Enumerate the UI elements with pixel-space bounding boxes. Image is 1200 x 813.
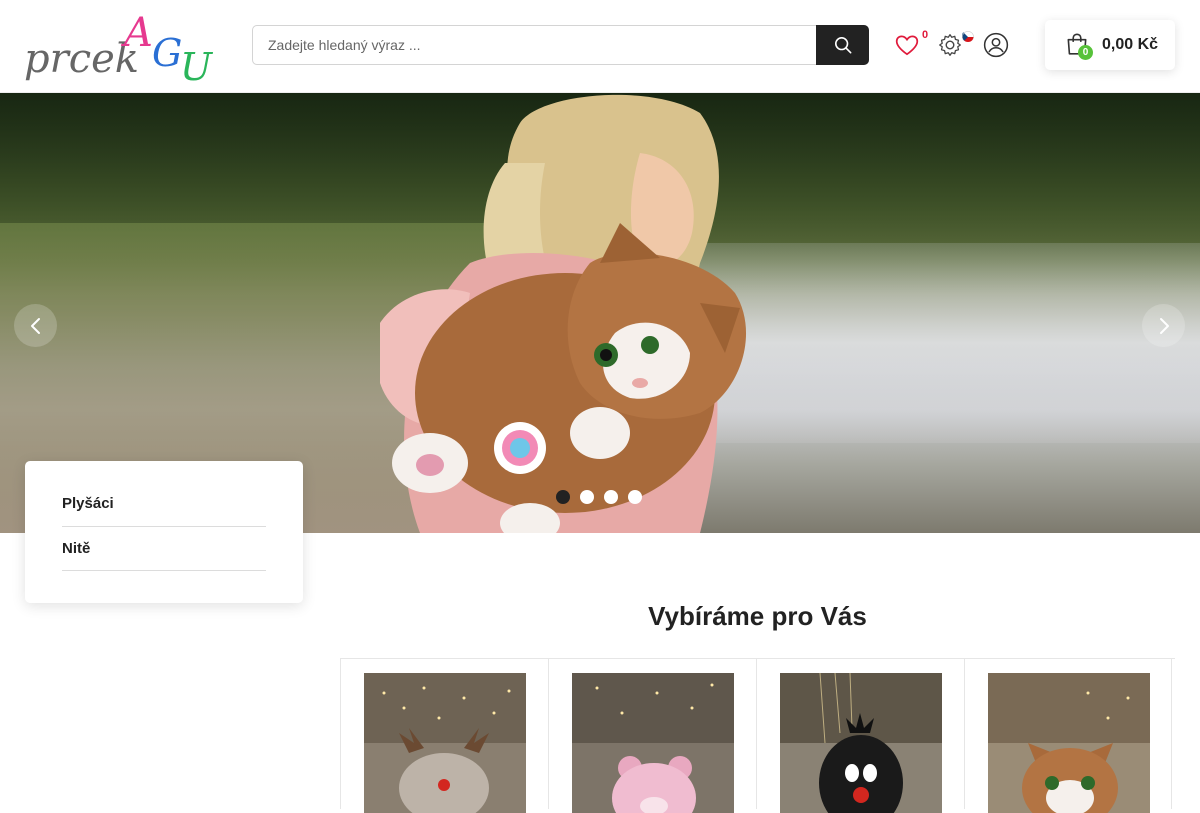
search-bar xyxy=(252,25,869,65)
account-button[interactable] xyxy=(983,32,1009,58)
user-icon xyxy=(983,32,1009,58)
gear-icon xyxy=(939,34,961,56)
category-item-plysaci[interactable]: Plyšáci xyxy=(62,483,266,527)
product-card[interactable] xyxy=(340,659,548,813)
product-image-mole[interactable] xyxy=(780,673,942,813)
wishlist-button[interactable] xyxy=(894,32,920,58)
czech-flag-icon[interactable] xyxy=(962,30,974,42)
wishlist-count: 0 xyxy=(922,29,929,41)
svg-text:G: G xyxy=(152,31,182,75)
svg-text:A: A xyxy=(120,10,153,56)
cart-total: 0,00 Kč xyxy=(1102,36,1159,53)
slider-dot-4[interactable] xyxy=(628,490,642,504)
heart-icon xyxy=(895,35,919,56)
product-image-reindeer[interactable] xyxy=(364,673,526,813)
section-title: Vybíráme pro Vás xyxy=(648,601,867,631)
slider-next-button[interactable] xyxy=(1142,304,1185,347)
slider-dot-1[interactable] xyxy=(556,490,570,504)
site-header: prcek A G U 0 xyxy=(0,0,1200,93)
cart-button[interactable]: 0 0,00 Kč xyxy=(1045,20,1175,70)
svg-text:prcek: prcek xyxy=(24,36,139,82)
cart-count-badge: 0 xyxy=(1078,45,1093,60)
site-logo[interactable]: prcek A G U xyxy=(24,8,224,89)
search-input[interactable] xyxy=(253,26,816,64)
slider-prev-button[interactable] xyxy=(14,304,57,347)
search-icon xyxy=(834,36,851,54)
product-card[interactable] xyxy=(964,659,1172,813)
slider-dot-2[interactable] xyxy=(580,490,594,504)
svg-text:U: U xyxy=(180,45,214,84)
chevron-right-icon xyxy=(1159,317,1169,334)
slider-dot-3[interactable] xyxy=(604,490,618,504)
product-card[interactable] xyxy=(756,659,964,813)
category-menu: Plyšáci Nitě xyxy=(25,461,303,603)
chevron-left-icon xyxy=(30,317,40,334)
settings-button[interactable] xyxy=(937,32,963,58)
search-button[interactable] xyxy=(816,25,869,65)
slider-dots xyxy=(556,490,642,504)
product-image-pink-bear[interactable] xyxy=(572,673,734,813)
product-image-cat[interactable] xyxy=(988,673,1150,813)
category-item-nite[interactable]: Nitě xyxy=(62,527,266,571)
product-list xyxy=(340,658,1175,813)
product-card[interactable] xyxy=(548,659,756,813)
